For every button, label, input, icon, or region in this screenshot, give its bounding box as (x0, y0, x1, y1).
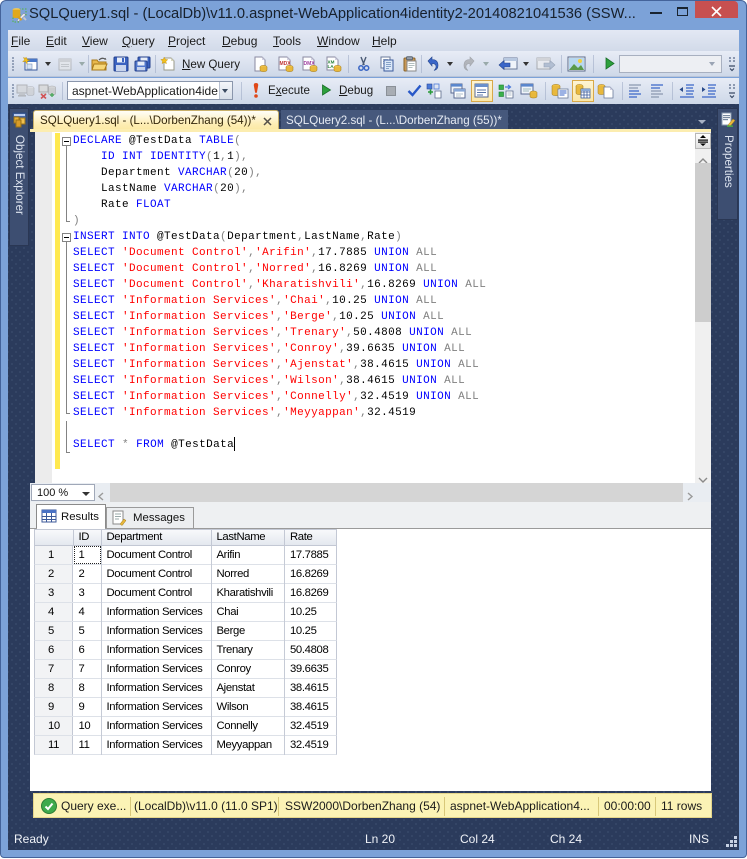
svg-text:LA: LA (328, 64, 335, 69)
